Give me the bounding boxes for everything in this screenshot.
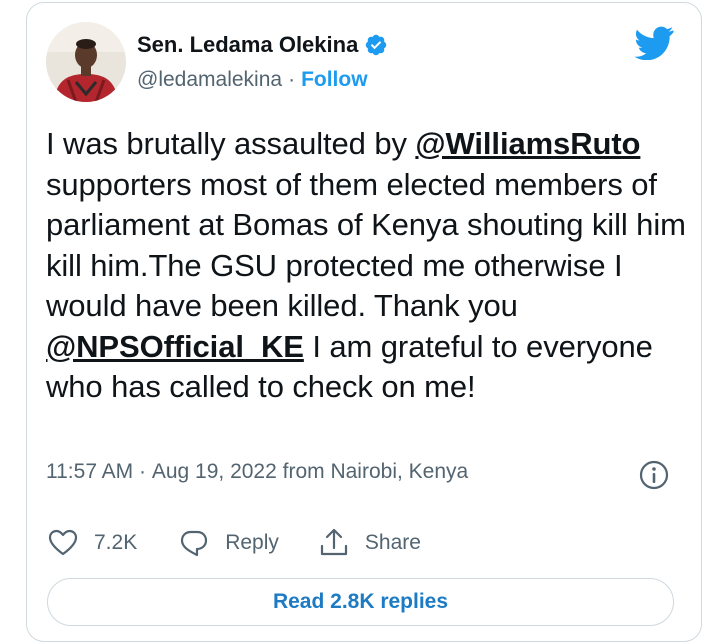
tweet-location: from Nairobi, Kenya — [276, 460, 469, 483]
avatar[interactable] — [46, 22, 126, 102]
reply-bubble-icon — [181, 530, 208, 557]
like-count: 7.2K — [94, 531, 138, 554]
mention-link-npsofficial[interactable]: @NPSOfficial_KE — [46, 329, 304, 364]
meta-separator: · — [133, 460, 152, 483]
separator-dot: · — [288, 68, 296, 91]
heart-icon — [48, 529, 78, 556]
author-handle[interactable]: @ledamalekina — [137, 68, 282, 92]
share-icon — [320, 528, 348, 556]
info-icon[interactable] — [638, 459, 670, 491]
tweet-metadata: 11:57 AM · Aug 19, 2022 from Nairobi, Ke… — [46, 460, 468, 484]
share-label: Share — [364, 531, 421, 554]
reply-label: Reply — [225, 531, 279, 554]
tweet-text-part: supporters most of them elected members … — [46, 166, 686, 324]
read-replies-button[interactable]: Read 2.8K replies — [47, 578, 674, 626]
tweet-text: I was brutally assaulted by @WilliamsRut… — [46, 124, 686, 408]
author-name-row: Sen. Ledama Olekina — [137, 32, 388, 58]
twitter-bird-icon[interactable] — [634, 26, 674, 60]
author-handle-row: @ledamalekina · Follow — [137, 68, 368, 92]
tweet-date[interactable]: Aug 19, 2022 — [152, 460, 277, 484]
reply-button[interactable]: Reply — [177, 526, 279, 560]
follow-button[interactable]: Follow — [301, 68, 368, 92]
verified-badge-icon — [366, 34, 387, 56]
tweet-actions: 7.2K Reply Share — [46, 525, 421, 561]
tweet-time[interactable]: 11:57 AM — [46, 460, 133, 484]
like-button[interactable]: 7.2K — [46, 526, 137, 560]
share-button[interactable]: Share — [317, 526, 421, 560]
mention-link-williamsruto[interactable]: @WilliamsRuto — [415, 126, 640, 161]
tweet-text-part: I was brutally assaulted by — [46, 126, 416, 161]
author-name[interactable]: Sen. Ledama Olekina — [137, 32, 358, 58]
